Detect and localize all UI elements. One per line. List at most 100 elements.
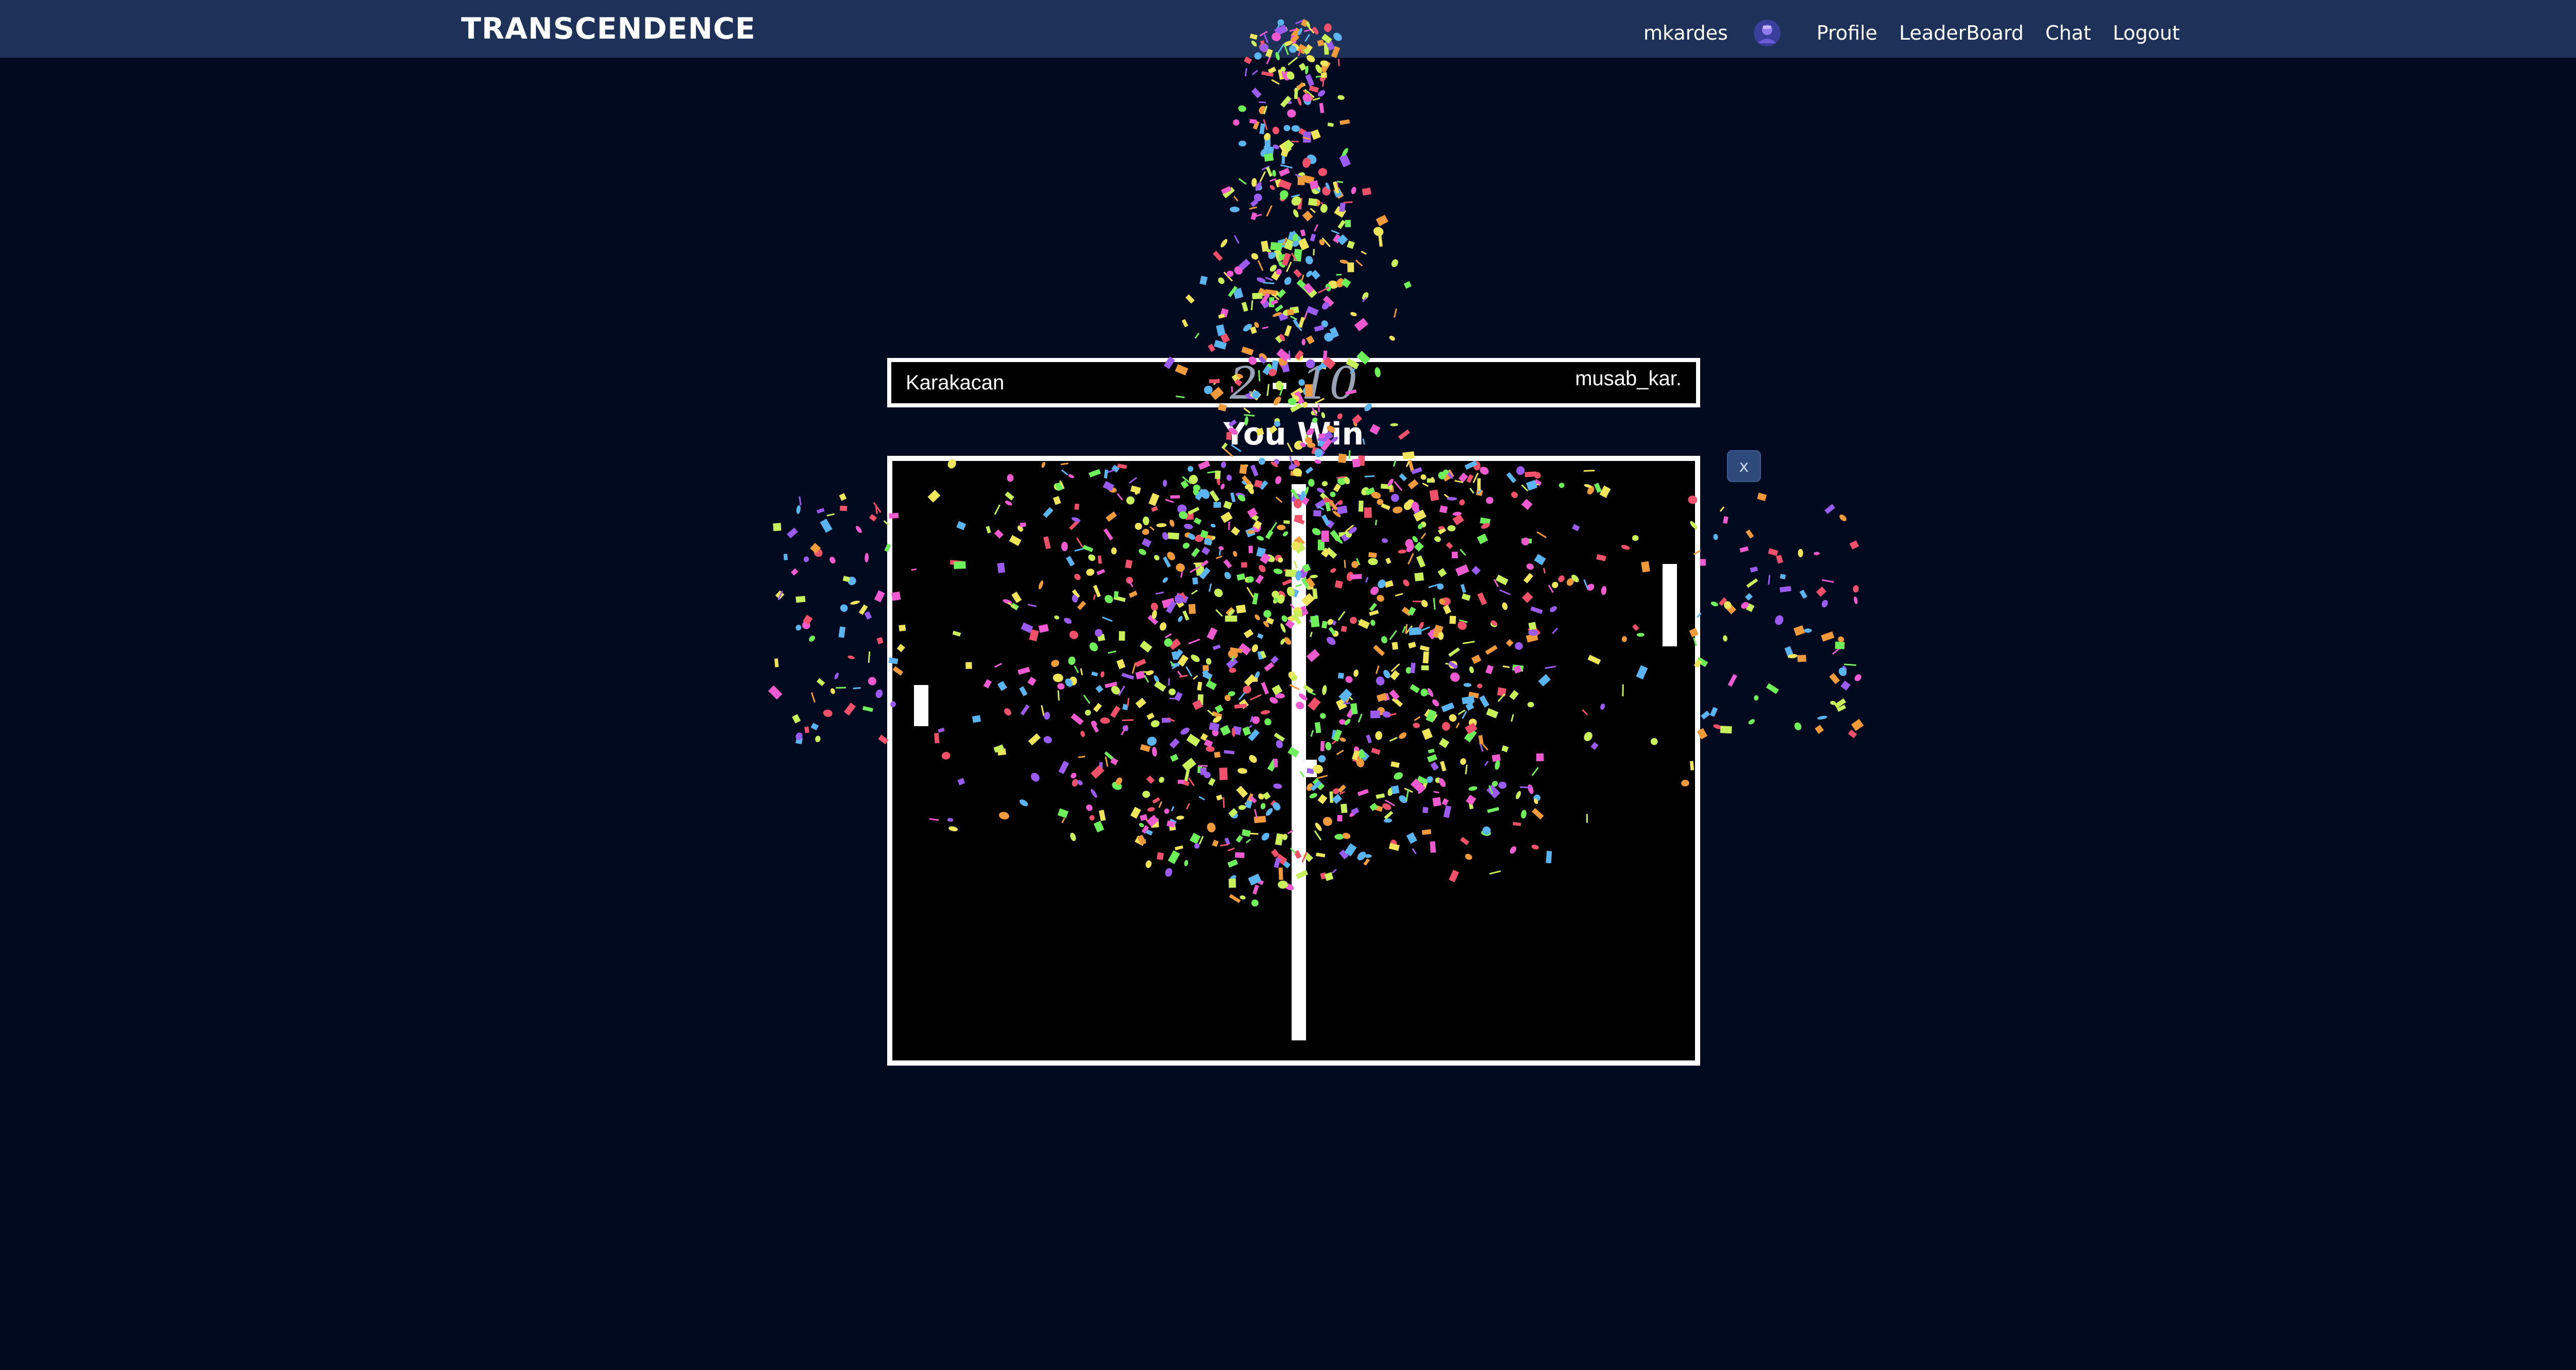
confetti-piece: [1249, 118, 1257, 124]
confetti-piece: [1259, 106, 1267, 114]
confetti-piece: [775, 590, 785, 600]
confetti-piece: [1838, 636, 1844, 643]
confetti-piece: [1291, 252, 1297, 262]
confetti-piece: [1263, 119, 1268, 130]
player-right-name: musab_kar.: [1575, 367, 1682, 390]
confetti-piece: [1281, 252, 1291, 266]
confetti-piece: [1265, 289, 1277, 295]
confetti-piece: [834, 672, 839, 679]
confetti-piece: [1322, 78, 1325, 87]
confetti-piece: [1720, 726, 1732, 734]
confetti-piece: [1228, 286, 1238, 297]
confetti-piece: [1251, 88, 1262, 98]
confetti-piece: [1835, 641, 1845, 649]
confetti-piece: [1199, 276, 1208, 285]
confetti-piece: [1238, 105, 1246, 112]
confetti-piece: [1851, 718, 1864, 731]
confetti-piece: [1297, 177, 1305, 185]
confetti-piece: [1324, 333, 1334, 342]
confetti-piece: [1307, 155, 1317, 164]
confetti-piece: [829, 556, 836, 564]
confetti-piece: [1255, 214, 1262, 217]
nav-link-chat[interactable]: Chat: [2045, 22, 2091, 44]
confetti-piece: [1337, 219, 1346, 229]
brand-logo[interactable]: TRANSCENDENCE: [461, 10, 756, 47]
confetti-piece: [1327, 122, 1334, 127]
confetti-piece: [1849, 540, 1859, 550]
confetti-piece: [1389, 335, 1395, 341]
confetti-piece: [1301, 338, 1306, 346]
confetti-piece: [1745, 603, 1755, 612]
confetti-piece: [1262, 326, 1268, 330]
confetti-piece: [1302, 158, 1311, 168]
confetti-piece: [1719, 506, 1725, 512]
confetti-piece: [839, 493, 847, 501]
confetti-piece: [1300, 229, 1306, 236]
confetti-piece: [823, 709, 833, 717]
confetti-piece: [1241, 346, 1254, 356]
confetti-piece: [1342, 148, 1348, 157]
game-board: [887, 456, 1700, 1066]
confetti-piece: [1229, 207, 1240, 213]
nav-link-profile[interactable]: Profile: [1817, 22, 1877, 44]
confetti-piece: [802, 621, 810, 629]
nav-username[interactable]: mkardes: [1643, 22, 1728, 44]
confetti-piece: [791, 568, 799, 576]
confetti-piece: [1724, 601, 1732, 609]
confetti-piece: [1821, 600, 1828, 608]
right-paddle: [1663, 564, 1677, 646]
close-button[interactable]: x: [1727, 450, 1761, 482]
confetti-piece: [856, 526, 862, 533]
confetti-piece: [1754, 695, 1759, 701]
confetti-piece: [1259, 171, 1266, 182]
confetti-piece: [1239, 259, 1250, 270]
confetti-piece: [1271, 270, 1281, 281]
confetti-piece: [1258, 287, 1270, 298]
confetti-piece: [1233, 119, 1240, 126]
confetti-piece: [1305, 65, 1309, 75]
confetti-piece: [1337, 95, 1345, 100]
confetti-piece: [1309, 180, 1319, 190]
confetti-piece: [815, 735, 821, 742]
confetti-piece: [1293, 234, 1299, 242]
confetti-piece: [1351, 186, 1357, 194]
confetti-piece: [1354, 318, 1368, 332]
game-result-text: You Win: [1223, 416, 1364, 452]
confetti-piece: [1283, 125, 1291, 131]
confetti-piece: [1291, 196, 1301, 206]
confetti-piece: [1291, 125, 1300, 132]
nav-link-leaderboard[interactable]: LeaderBoard: [1899, 22, 2024, 44]
confetti-piece: [1854, 596, 1858, 605]
confetti-piece: [1311, 409, 1318, 416]
confetti-piece: [1296, 279, 1309, 292]
confetti-piece: [1378, 235, 1383, 247]
confetti-piece: [1293, 209, 1299, 218]
confetti-piece: [1803, 628, 1812, 633]
confetti-piece: [1319, 60, 1331, 74]
confetti-piece: [1341, 278, 1351, 288]
confetti-piece: [1848, 729, 1857, 739]
confetti-piece: [840, 505, 848, 511]
confetti-piece: [842, 575, 851, 583]
confetti-piece: [875, 689, 883, 698]
confetti-piece: [850, 601, 860, 605]
confetti-piece: [1854, 674, 1861, 681]
confetti-piece: [1255, 182, 1262, 191]
user-avatar-icon[interactable]: [1753, 19, 1782, 47]
confetti-piece: [1275, 304, 1283, 313]
confetti-piece: [1268, 252, 1273, 258]
nav-link-logout[interactable]: Logout: [2113, 22, 2180, 44]
confetti-piece: [1757, 492, 1767, 501]
confetti-piece: [1333, 189, 1342, 198]
confetti-piece: [1287, 231, 1297, 241]
confetti-piece: [873, 502, 882, 513]
confetti-piece: [1310, 208, 1316, 213]
confetti-piece: [1249, 206, 1257, 210]
confetti-piece: [1725, 604, 1737, 614]
confetti-piece: [1283, 71, 1291, 81]
confetti-piece: [1213, 339, 1227, 350]
confetti-piece: [1337, 234, 1348, 246]
confetti-piece: [1834, 698, 1846, 709]
confetti-piece: [1222, 186, 1235, 199]
confetti-piece: [1257, 260, 1264, 271]
